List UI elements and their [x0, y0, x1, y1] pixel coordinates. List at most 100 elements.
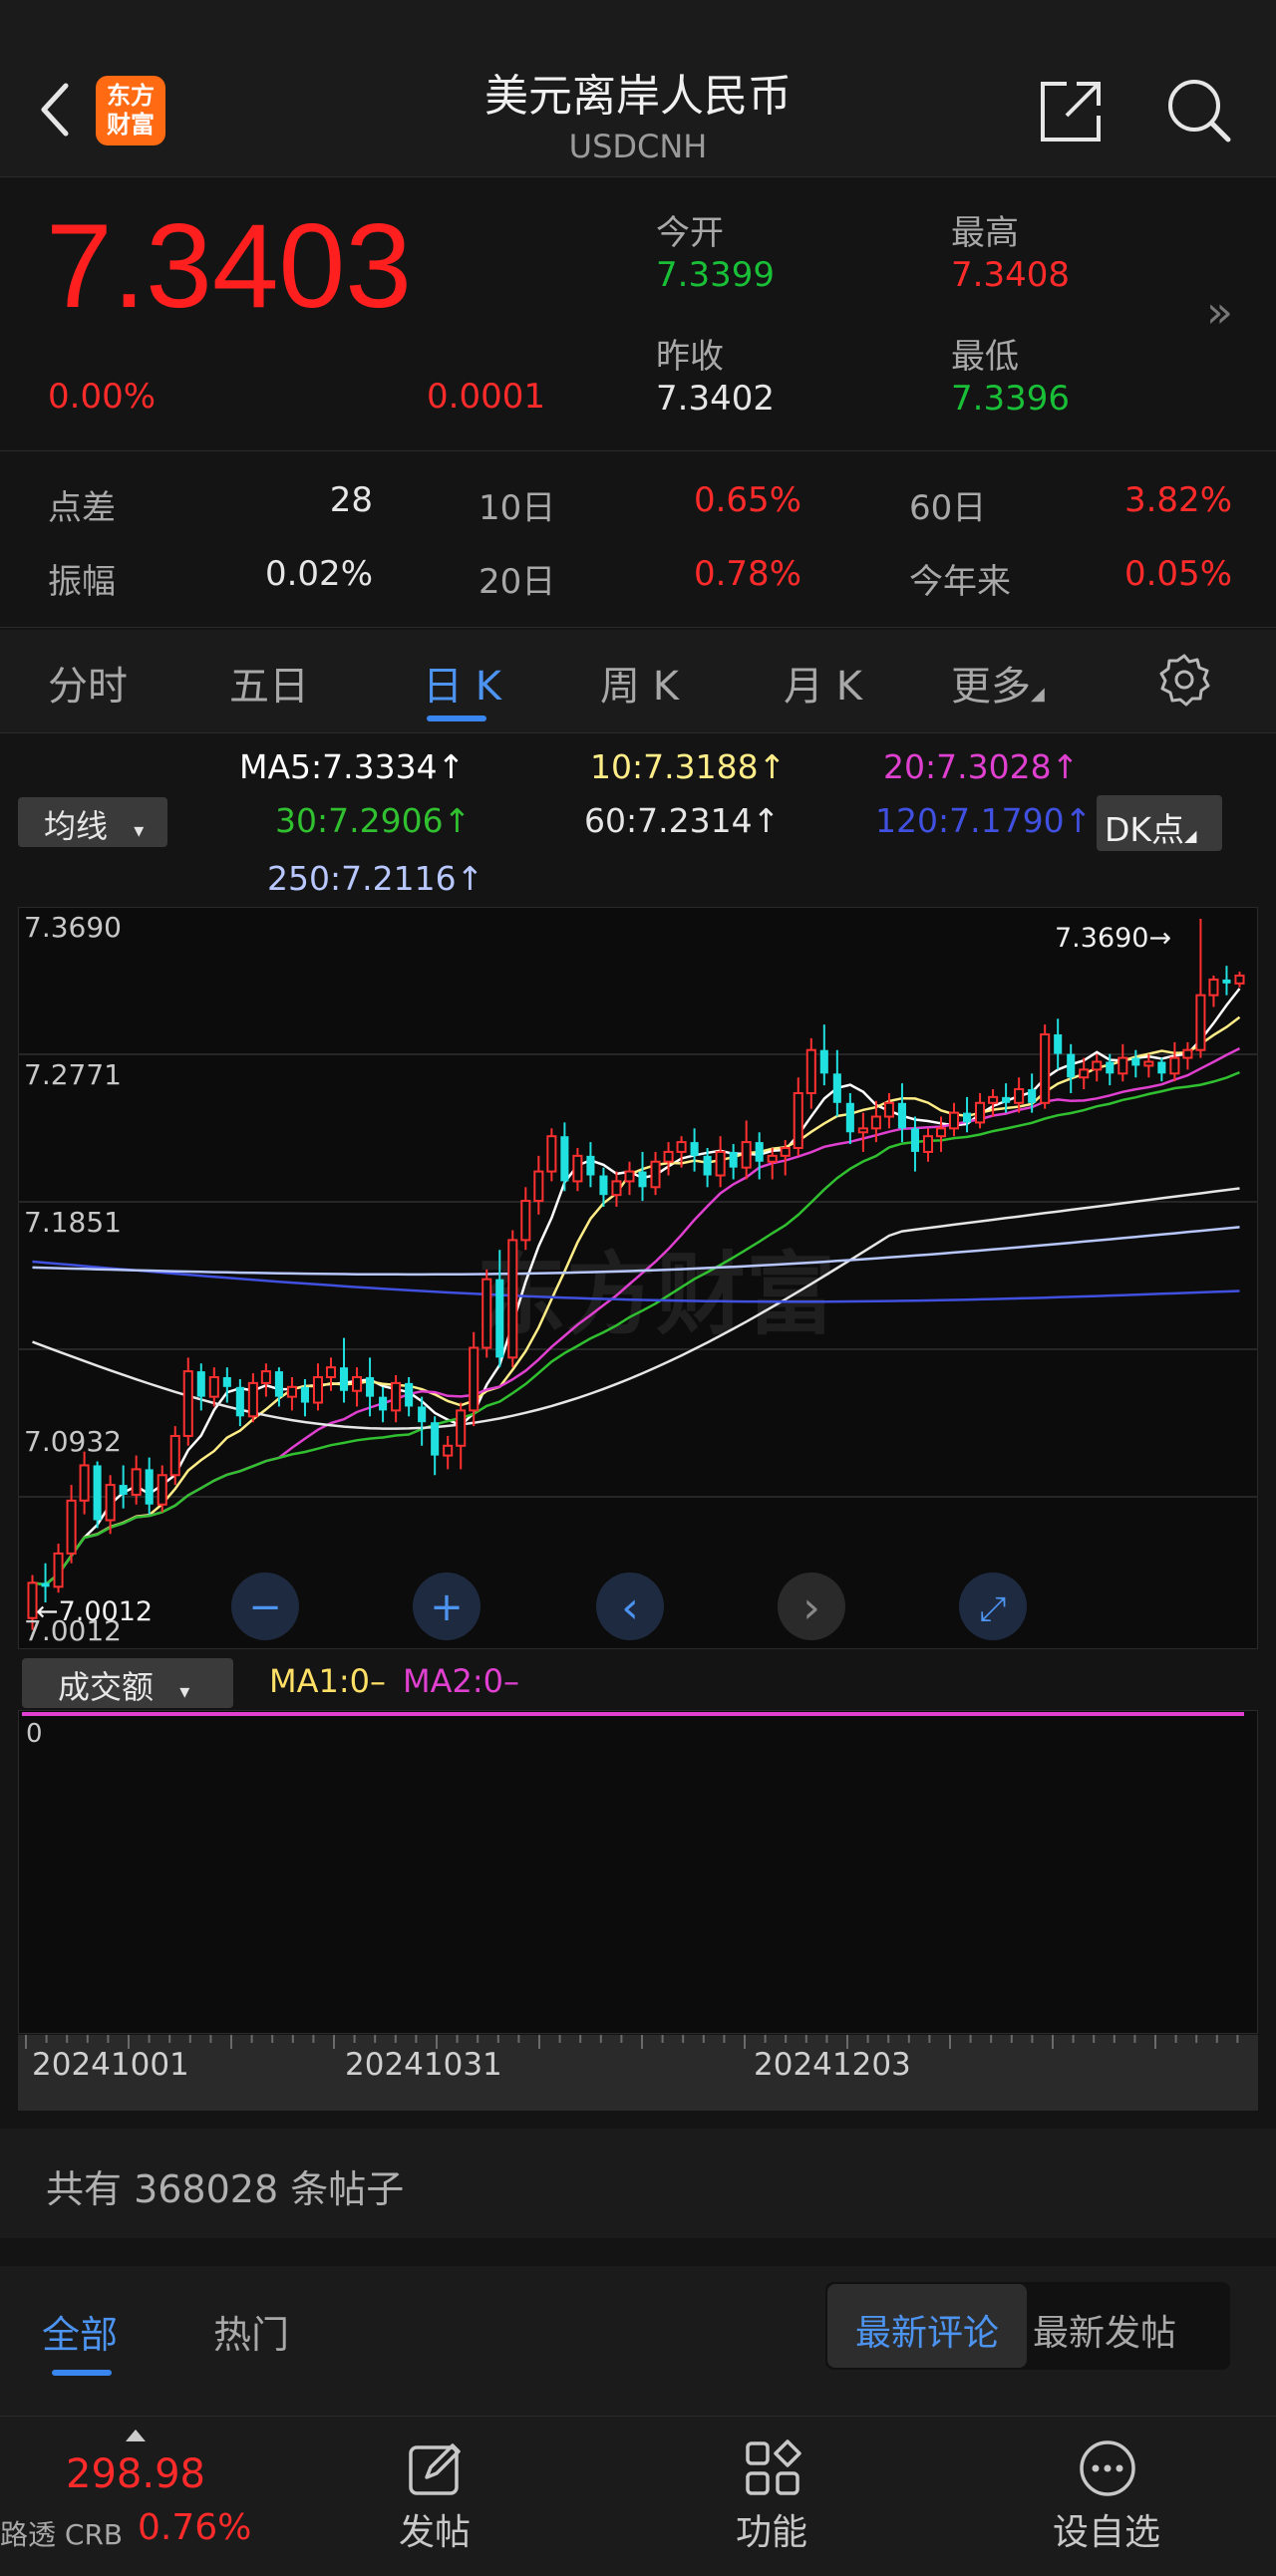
spread-value: 28	[329, 480, 373, 520]
y-tick-3: 7.1851	[24, 1206, 122, 1239]
candlestick-chart[interactable]: 东方财富 7.3690 7.2771 7.1851 7.0932 7.0012 …	[18, 907, 1258, 1649]
expand-ticker-icon[interactable]	[126, 2430, 146, 2441]
gear-icon[interactable]	[1156, 652, 1212, 708]
y-tick-2: 7.2771	[24, 1058, 122, 1091]
prev-close-value: 7.3402	[656, 379, 775, 419]
candle-body	[352, 1375, 363, 1392]
compose-icon[interactable]	[405, 2437, 467, 2499]
candle-body	[391, 1381, 402, 1412]
tab-more[interactable]: 更多◢	[951, 654, 1045, 712]
candle-body	[988, 1095, 999, 1104]
candle-body	[586, 1155, 595, 1176]
dk-point-button[interactable]: DK点◢	[1097, 795, 1222, 851]
candle-body	[599, 1175, 608, 1196]
candle-body	[300, 1386, 309, 1403]
candle-body	[53, 1552, 64, 1588]
x-tick-label: 20241001	[32, 2047, 189, 2083]
tab-five-day[interactable]: 五日	[229, 654, 309, 712]
candle-body	[638, 1171, 647, 1188]
candle-body	[832, 1073, 841, 1103]
last-price: 7.3403	[46, 199, 413, 333]
ma20-legend: 20:7.3028↑	[883, 747, 1080, 786]
candle-body	[767, 1154, 778, 1163]
change-value: 0.0001	[427, 377, 545, 417]
tab-all-posts[interactable]: 全部	[42, 2304, 118, 2359]
amplitude-label: 振幅	[48, 562, 116, 602]
low-label: 最低	[951, 337, 1019, 377]
candle-body	[1117, 1056, 1128, 1075]
candle-body	[729, 1151, 738, 1168]
zoom-out-button[interactable]: −	[231, 1573, 299, 1640]
tab-weekly-k[interactable]: 周 K	[600, 654, 679, 712]
candle-body	[1222, 979, 1231, 984]
tab-hot-posts[interactable]: 热门	[213, 2304, 289, 2359]
tab-intraday[interactable]: 分时	[48, 654, 128, 712]
sort-latest-comment-button[interactable]: 最新评论	[827, 2284, 1027, 2368]
candle-body	[922, 1135, 934, 1153]
search-icon[interactable]	[1164, 76, 1234, 145]
scroll-right-button[interactable]: ›	[778, 1573, 845, 1640]
candle-body	[1040, 1032, 1051, 1104]
more-dots-icon[interactable]	[1077, 2437, 1138, 2499]
candle-body	[870, 1115, 881, 1130]
volume-indicator-selector[interactable]: 成交额 ▾	[22, 1658, 233, 1708]
candle-body	[883, 1101, 894, 1118]
candle-body	[41, 1582, 50, 1587]
d20-label: 20日	[478, 562, 556, 602]
tab-daily-k[interactable]: 日 K	[423, 654, 501, 712]
ticker-name[interactable]: 路透 CRB	[0, 2513, 123, 2553]
volume-chart[interactable]: 0	[18, 1710, 1258, 2034]
high-value: 7.3408	[951, 255, 1070, 295]
candle-body	[157, 1474, 167, 1506]
date-axis	[18, 2035, 1258, 2111]
dk-point-label: DK点	[1105, 810, 1185, 849]
volume-ma1-legend: MA1:0–	[269, 1662, 386, 1700]
active-tab-indicator	[427, 716, 486, 721]
candle-body	[975, 1101, 986, 1124]
candle-body	[1014, 1088, 1025, 1104]
add-watchlist-button-label[interactable]: 设自选	[1053, 2503, 1160, 2555]
share-icon[interactable]	[1037, 78, 1105, 145]
candle-body	[1092, 1060, 1103, 1071]
candle-body	[208, 1375, 219, 1398]
candle-body	[312, 1375, 324, 1404]
ticker-change[interactable]: 0.76%	[138, 2507, 251, 2548]
candle-body	[196, 1371, 205, 1397]
watermark: 东方财富	[477, 1243, 835, 1347]
sort-latest-post-button[interactable]: 最新发帖	[1033, 2304, 1176, 2356]
x-tick-label: 20241031	[345, 2047, 502, 2083]
candle-body	[325, 1366, 337, 1378]
grid-icon[interactable]	[742, 2437, 803, 2499]
quote-panel: 7.3403 0.00% 0.0001 今开 7.3399 最高 7.3408 …	[0, 177, 1276, 451]
expand-quote-icon[interactable]: »	[1206, 287, 1233, 338]
ma-selector[interactable]: 均线 ▾	[18, 797, 167, 847]
candle-body	[805, 1048, 816, 1094]
candle-body	[431, 1422, 440, 1456]
candle-body	[495, 1279, 504, 1358]
ma-selector-label: 均线	[44, 807, 109, 845]
candle-body	[260, 1370, 271, 1384]
candle-body	[546, 1135, 557, 1173]
scroll-left-button[interactable]: ‹	[596, 1573, 664, 1640]
functions-button-label[interactable]: 功能	[736, 2503, 807, 2555]
chevron-down-icon: ▾	[179, 1679, 190, 1703]
fullscreen-button[interactable]: ⤢	[959, 1573, 1027, 1640]
d10-value: 0.65%	[693, 480, 801, 520]
candle-body	[910, 1128, 919, 1152]
post-button-label[interactable]: 发帖	[399, 2503, 471, 2555]
candle-body	[690, 1142, 699, 1156]
candle-body	[105, 1484, 116, 1522]
candle-body	[1131, 1057, 1140, 1066]
candle-body	[1028, 1089, 1037, 1103]
tab-monthly-k[interactable]: 月 K	[784, 654, 862, 712]
candle-body	[948, 1111, 960, 1130]
ticker-value[interactable]: 298.98	[66, 2451, 205, 2497]
candle-body	[897, 1102, 906, 1129]
candle-body	[715, 1150, 726, 1177]
zoom-in-button[interactable]: +	[413, 1573, 480, 1640]
candle-body	[755, 1142, 764, 1162]
candle-body	[650, 1160, 661, 1189]
candle-body	[1143, 1060, 1154, 1067]
amplitude-value: 0.02%	[264, 554, 373, 594]
candle-body	[1157, 1061, 1166, 1074]
